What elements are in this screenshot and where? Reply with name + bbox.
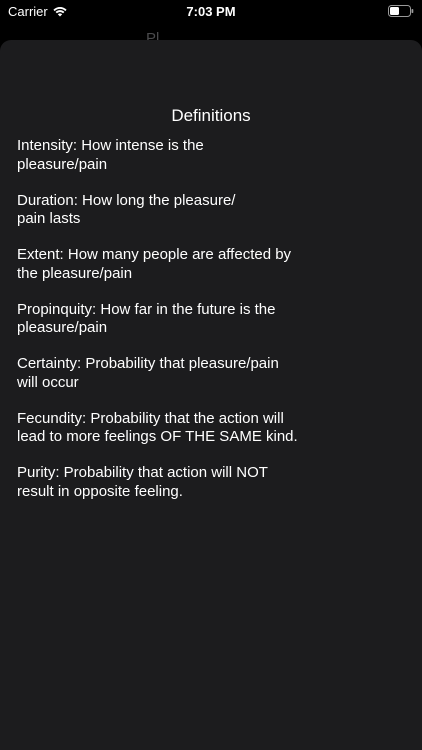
battery-icon: [388, 5, 414, 17]
definition-certainty: Certainty: Probability that pleasure/pai…: [17, 355, 279, 391]
definition-purity: Purity: Probability that action will NOT…: [17, 464, 268, 500]
sheet-title: Definitions: [171, 106, 251, 125]
status-bar: Carrier 7:03 PM: [0, 0, 422, 24]
definition-extent: Extent: How many people are affected by …: [17, 246, 292, 282]
definition-propinquity: Propinquity: How far in the future is th…: [17, 300, 276, 337]
definition-fecundity: Fecundity: Probability that the action w…: [17, 409, 298, 446]
definitions-sheet: Definitions Intensity: How intense is th…: [0, 40, 422, 750]
definition-intensity: Intensity: How intense is the pleasure/p…: [17, 137, 204, 173]
definition-duration: Duration: How long the pleasure/ pain la…: [17, 191, 236, 228]
status-time: 7:03 PM: [186, 4, 236, 19]
definitions-list: Intensity: How intense is the pleasure/p…: [17, 137, 317, 519]
app-screen: Carrier 7:03 PM Pl Definitions Intensity…: [0, 0, 422, 750]
